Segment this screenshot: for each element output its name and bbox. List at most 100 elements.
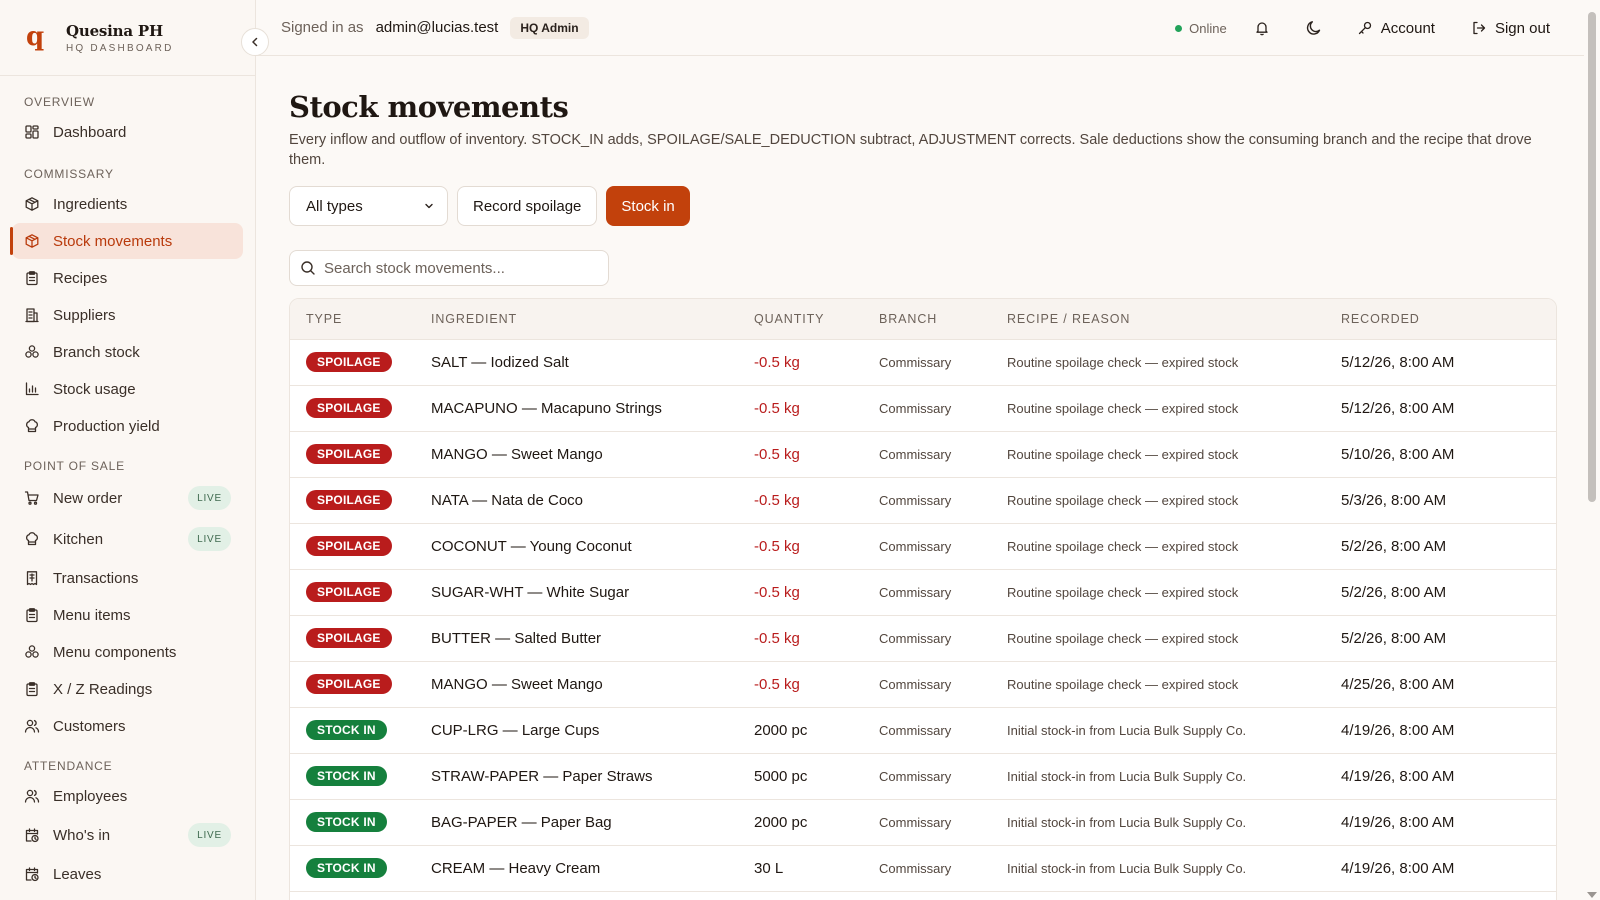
sidebar-item-suppliers[interactable]: Suppliers — [12, 297, 243, 333]
cell-type: SPOILAGE — [290, 660, 431, 707]
collapse-sidebar-button[interactable] — [241, 28, 269, 56]
type-badge: SPOILAGE — [306, 582, 392, 602]
table-row[interactable]: SPOILAGE MANGO — Sweet Mango -0.5 kg Commis… — [290, 430, 1556, 477]
cell-reason: Routine spoilage check — expired stock — [1007, 338, 1341, 385]
cell-quantity: 2000 pc — [754, 706, 879, 753]
sidebar-item-stock-movements[interactable]: Stock movements — [10, 223, 243, 259]
type-badge: STOCK IN — [306, 858, 387, 878]
cell-quantity: 2000 pc — [754, 798, 879, 845]
column-header-type[interactable]: TYPE — [290, 299, 431, 339]
stock-in-button[interactable]: Stock in — [606, 186, 690, 226]
column-header-reason[interactable]: RECIPE / REASON — [1007, 299, 1341, 339]
cell-ingredient: MANGO — Sweet Mango — [431, 430, 754, 477]
scrollbar-thumb[interactable] — [1588, 12, 1596, 502]
column-header-ingredient[interactable]: INGREDIENT — [431, 299, 754, 339]
table-row[interactable]: STOCK IN CUP-LRG — Large Cups 2000 pc Commi… — [290, 706, 1556, 753]
cell-recorded: 5/12/26, 8:00 AM — [1341, 384, 1556, 431]
notifications-button[interactable] — [1253, 19, 1271, 37]
cell-ingredient: STRAW-PAPER — Paper Straws — [431, 752, 754, 799]
page-scrollbar[interactable] — [1584, 0, 1600, 900]
type-badge: STOCK IN — [306, 720, 387, 740]
column-header-recorded[interactable]: RECORDED — [1341, 299, 1556, 339]
record-spoilage-button[interactable]: Record spoilage — [457, 186, 598, 226]
cell-reason: Routine spoilage check — expired stock — [1007, 384, 1341, 431]
type-filter-select[interactable]: All types — [289, 186, 448, 226]
cell-recorded: 4/19/26, 8:00 AM — [1341, 752, 1556, 799]
sidebar-item-menu-components[interactable]: Menu components — [12, 634, 243, 670]
column-header-branch[interactable]: BRANCH — [879, 299, 1007, 339]
chef-hat-icon — [24, 418, 40, 434]
table-row[interactable]: SPOILAGE MANGO — Sweet Mango -0.5 kg Commis… — [290, 660, 1556, 707]
sidebar-item-employees[interactable]: Employees — [12, 778, 243, 814]
table-row[interactable]: STOCK IN — [290, 890, 1556, 900]
account-button[interactable]: Account — [1357, 20, 1435, 37]
search-input[interactable] — [324, 259, 594, 277]
sidebar-item-kitchen[interactable]: Kitchen LIVE — [12, 519, 243, 559]
table-row[interactable]: STOCK IN CREAM — Heavy Cream 30 L Commissar… — [290, 844, 1556, 891]
table-row[interactable]: SPOILAGE BUTTER — Salted Butter -0.5 kg Com… — [290, 614, 1556, 661]
sidebar-item-transactions[interactable]: Transactions — [12, 560, 243, 596]
sidebar-item-x-z-readings[interactable]: X / Z Readings — [12, 671, 243, 707]
boxes-icon — [24, 344, 40, 360]
sidebar-item-who-s-in[interactable]: Who's in LIVE — [12, 815, 243, 855]
table-row[interactable]: SPOILAGE COCONUT — Young Coconut -0.5 kg Co… — [290, 522, 1556, 569]
sidebar-item-new-order[interactable]: New order LIVE — [12, 478, 243, 518]
theme-toggle-button[interactable] — [1305, 19, 1323, 37]
scroll-down-arrow-icon[interactable] — [1587, 892, 1597, 898]
cell-quantity: 5000 pc — [754, 752, 879, 799]
sidebar-item-label: Menu items — [53, 606, 131, 624]
table-row[interactable]: SPOILAGE SALT — Iodized Salt -0.5 kg Commis… — [290, 338, 1556, 385]
cell-recorded: 5/2/26, 8:00 AM — [1341, 614, 1556, 661]
sidebar-item-recipes[interactable]: Recipes — [12, 260, 243, 296]
sidebar-item-leaves[interactable]: Leaves — [12, 856, 243, 892]
sidebar-item-branch-stock[interactable]: Branch stock — [12, 334, 243, 370]
sidebar-item-dashboard[interactable]: Dashboard — [12, 114, 243, 150]
cell-recorded: 4/19/26, 8:00 AM — [1341, 706, 1556, 753]
clipboard-icon — [24, 607, 40, 623]
cell-quantity: -0.5 kg — [754, 568, 879, 615]
user-email: admin@lucias.test — [375, 19, 499, 36]
sidebar-item-label: Ingredients — [53, 195, 128, 213]
type-badge: SPOILAGE — [306, 444, 392, 464]
page-description: Every inflow and outflow of inventory. S… — [289, 132, 1532, 168]
cell-type: STOCK IN — [290, 706, 431, 753]
sidebar-item-ingredients[interactable]: Ingredients — [12, 186, 243, 222]
sign-out-button[interactable]: Sign out — [1471, 20, 1550, 37]
type-badge: SPOILAGE — [306, 628, 392, 648]
page-title: Stock movements — [289, 90, 569, 124]
sidebar-item-menu-items[interactable]: Menu items — [12, 597, 243, 633]
table-row[interactable]: SPOILAGE SUGAR-WHT — White Sugar -0.5 kg Co… — [290, 568, 1556, 615]
cell-branch: Commissary — [879, 614, 1007, 661]
sidebar-item-customers[interactable]: Customers — [12, 708, 243, 744]
package-icon — [24, 233, 40, 249]
sidebar-item-label: Stock movements — [53, 232, 173, 250]
table-row[interactable]: SPOILAGE NATA — Nata de Coco -0.5 kg Commis… — [290, 476, 1556, 523]
sidebar-item-label: New order — [53, 489, 123, 507]
toolbar: All types Record spoilage Stock in — [289, 186, 1559, 226]
cell-branch: Commissary — [879, 660, 1007, 707]
cell-branch: Commissary — [879, 384, 1007, 431]
cell-reason: Routine spoilage check — expired stock — [1007, 614, 1341, 661]
cell-ingredient: BAG-PAPER — Paper Bag — [431, 798, 754, 845]
cell-quantity: -0.5 kg — [754, 430, 879, 477]
table-row[interactable]: SPOILAGE MACAPUNO — Macapuno Strings -0.5 … — [290, 384, 1556, 431]
brand-subtitle: HQ DASHBOARD — [66, 42, 174, 54]
cell-quantity: -0.5 kg — [754, 476, 879, 523]
dashboard-icon — [24, 124, 40, 140]
table-row[interactable]: STOCK IN STRAW-PAPER — Paper Straws 5000 p… — [290, 752, 1556, 799]
sidebar-item-stock-usage[interactable]: Stock usage — [12, 371, 243, 407]
sidebar-item-production-yield[interactable]: Production yield — [12, 408, 243, 444]
brand-logo: q — [26, 21, 45, 52]
cell-recorded: 5/10/26, 8:00 AM — [1341, 430, 1556, 477]
cell-reason: Routine spoilage check — expired stock — [1007, 430, 1341, 477]
cell-reason: Initial stock-in from Lucia Bulk Supply … — [1007, 844, 1341, 891]
cell-quantity: -0.5 kg — [754, 338, 879, 385]
column-header-quantity[interactable]: QUANTITY — [754, 299, 879, 339]
boxes-icon — [24, 644, 40, 660]
cell-branch: Commissary — [879, 476, 1007, 523]
status-dot-icon — [1175, 24, 1183, 32]
table-row[interactable]: STOCK IN BAG-PAPER — Paper Bag 2000 pc Comm… — [290, 798, 1556, 845]
cell-ingredient: BUTTER — Salted Butter — [431, 614, 754, 661]
sign-out-label: Sign out — [1494, 19, 1550, 37]
cell-branch: Commissary — [879, 568, 1007, 615]
